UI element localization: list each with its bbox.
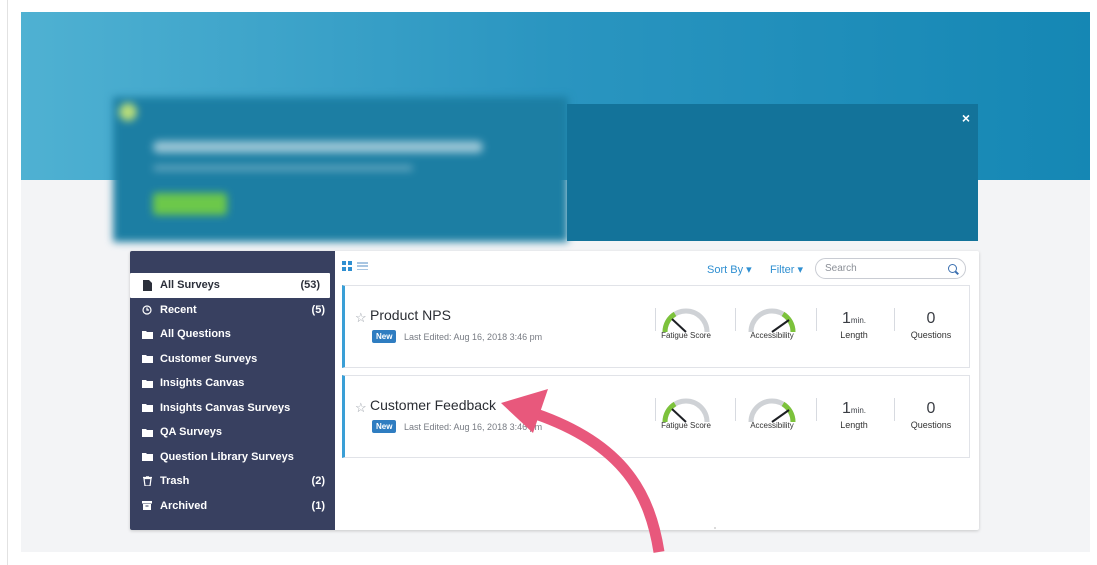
survey-card[interactable]: ☆ Customer Feedback New Last Edited: Aug…: [342, 375, 970, 458]
search-input[interactable]: [825, 263, 935, 274]
accessibility-gauge-icon: [748, 308, 796, 333]
length-value: 1min.: [819, 400, 889, 418]
sidebar-item-label: Insights Canvas Surveys: [160, 401, 291, 414]
questions-value: 0: [926, 310, 936, 327]
page: × All Surveys (53) Recent (5) All Questi…: [0, 0, 1097, 565]
survey-card[interactable]: ☆ Product NPS New Last Edited: Aug 16, 2…: [342, 285, 970, 368]
divider: [816, 398, 817, 421]
sidebar-item-insights-canvas[interactable]: Insights Canvas: [130, 371, 335, 396]
length-unit: min.: [850, 406, 867, 415]
length-label: Length: [840, 420, 868, 430]
length-value: 1min.: [819, 310, 889, 328]
star-icon[interactable]: ☆: [355, 400, 367, 416]
sidebar-item-recent[interactable]: Recent (5): [130, 298, 335, 323]
search-box: [815, 258, 966, 279]
sidebar-item-label: Insights Canvas: [160, 377, 245, 390]
sidebar-item-count: (1): [311, 499, 325, 512]
divider: [894, 398, 895, 421]
sidebar-item-label: QA Surveys: [160, 426, 222, 439]
folder-icon: [140, 452, 154, 462]
blurred-promo-subtitle: [153, 165, 413, 171]
accessibility-gauge-icon: [748, 398, 796, 423]
divider: [7, 0, 8, 565]
length-label: Length: [840, 330, 868, 340]
divider: [816, 308, 817, 331]
folder-icon: [140, 428, 154, 437]
fatigue-score-label: Fatigue Score: [661, 331, 711, 340]
blurred-logo-icon: [119, 103, 137, 121]
sidebar-item-label: Trash: [160, 475, 190, 488]
survey-list-area: Sort By ▾ Filter ▾ ☆ Product NPS New Las…: [335, 251, 979, 530]
document-icon: [140, 279, 154, 291]
last-edited-text: Last Edited: Aug 16, 2018 3:46 pm: [404, 422, 543, 432]
length-number: 1: [841, 310, 851, 327]
sidebar-item-count: (5): [311, 303, 325, 316]
sidebar-item-customer-surveys[interactable]: Customer Surveys: [130, 347, 335, 372]
accessibility-label: Accessibility: [750, 421, 794, 430]
divider: [894, 308, 895, 331]
app-area: × All Surveys (53) Recent (5) All Questi…: [21, 12, 1090, 552]
questions-label: Questions: [910, 420, 952, 430]
list-view-icon[interactable]: [357, 261, 368, 271]
blurred-promo-banner: [113, 97, 568, 242]
filter-button[interactable]: Filter ▾: [770, 263, 803, 276]
divider: [655, 308, 656, 331]
archive-icon: [140, 501, 154, 511]
sidebar-item-qa-surveys[interactable]: QA Surveys: [130, 420, 335, 445]
decorative-dot: [714, 527, 716, 529]
sidebar-item-count: (2): [311, 475, 325, 488]
blurred-promo-button: [153, 193, 227, 215]
fatigue-gauge-icon: [662, 308, 710, 333]
new-badge: New: [372, 330, 397, 343]
sidebar-item-label: Recent: [160, 303, 197, 316]
blurred-promo-title: [153, 141, 483, 153]
questions-label: Questions: [910, 330, 952, 340]
length-unit: min.: [850, 316, 867, 325]
folder-icon: [140, 379, 154, 388]
survey-title[interactable]: Product NPS: [370, 307, 451, 323]
search-icon[interactable]: [948, 264, 957, 273]
grid-view-icon[interactable]: [342, 261, 352, 271]
folder-icon: [140, 330, 154, 339]
sort-by-button[interactable]: Sort By ▾: [707, 263, 752, 276]
last-edited-text: Last Edited: Aug 16, 2018 3:46 pm: [404, 332, 543, 342]
sidebar-item-question-library-surveys[interactable]: Question Library Surveys: [130, 445, 335, 470]
survey-title[interactable]: Customer Feedback: [370, 397, 496, 413]
divider: [655, 398, 656, 421]
folder-icon: [140, 354, 154, 364]
sidebar: All Surveys (53) Recent (5) All Question…: [130, 251, 335, 530]
sidebar-item-label: Customer Surveys: [160, 352, 258, 365]
sidebar-item-insights-canvas-surveys[interactable]: Insights Canvas Surveys: [130, 396, 335, 421]
promo-panel: ×: [567, 104, 978, 241]
sidebar-item-archived[interactable]: Archived (1): [130, 494, 335, 519]
sidebar-item-trash[interactable]: Trash (2): [130, 469, 335, 494]
sidebar-item-label: All Surveys: [160, 279, 220, 292]
star-icon[interactable]: ☆: [355, 310, 367, 326]
questions-value: 0: [926, 400, 936, 417]
length-number: 1: [841, 400, 851, 417]
sidebar-item-all-surveys[interactable]: All Surveys (53): [130, 273, 330, 298]
sidebar-item-count: (53): [300, 279, 320, 292]
fatigue-gauge-icon: [662, 398, 710, 423]
divider: [735, 308, 736, 331]
sidebar-item-label: Question Library Surveys: [160, 450, 294, 463]
surveys-panel: All Surveys (53) Recent (5) All Question…: [130, 251, 979, 530]
view-toggle: [342, 261, 368, 271]
sidebar-item-label: All Questions: [160, 328, 231, 341]
folder-icon: [140, 403, 154, 413]
sidebar-item-label: Archived: [160, 499, 208, 512]
new-badge: New: [372, 420, 397, 433]
trash-icon: [140, 476, 154, 487]
fatigue-score-label: Fatigue Score: [661, 421, 711, 430]
sidebar-item-all-questions[interactable]: All Questions: [130, 322, 335, 347]
divider: [735, 398, 736, 421]
accessibility-label: Accessibility: [750, 331, 794, 340]
close-icon[interactable]: ×: [962, 110, 970, 126]
clock-icon: [140, 305, 154, 315]
